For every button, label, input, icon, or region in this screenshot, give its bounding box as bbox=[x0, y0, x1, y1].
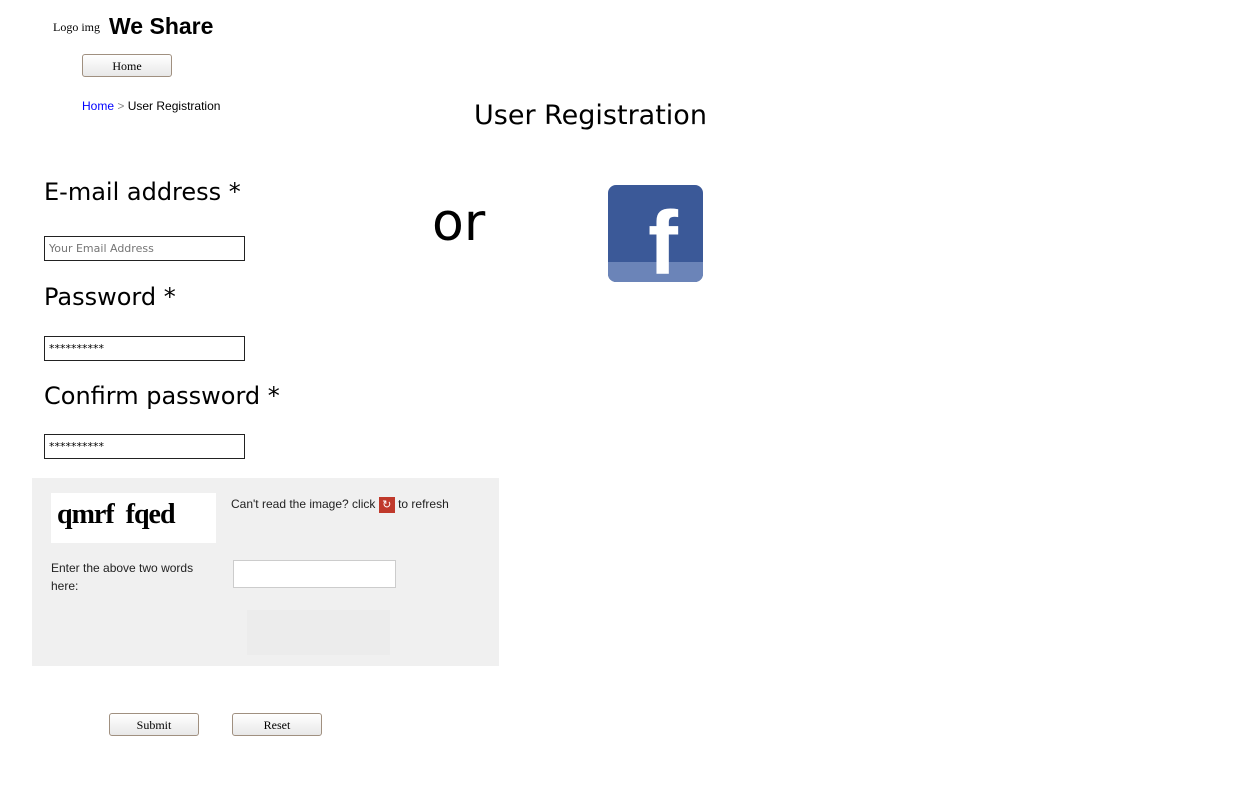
password-label: Password * bbox=[44, 283, 176, 311]
breadcrumb-home-link[interactable]: Home bbox=[82, 99, 114, 113]
breadcrumb-separator: > bbox=[117, 99, 125, 113]
reset-button[interactable]: Reset bbox=[232, 713, 322, 736]
confirm-password-input[interactable] bbox=[44, 434, 245, 459]
captcha-hint-suffix: to refresh bbox=[398, 497, 449, 511]
captcha-hint-prefix: Can't read the image? click bbox=[231, 497, 376, 511]
captcha-image: qmrf fqed bbox=[51, 493, 216, 543]
refresh-icon[interactable]: ↻ bbox=[378, 497, 395, 513]
captcha-hint: Can't read the image? click ↻ to refresh bbox=[231, 497, 449, 513]
breadcrumb: Home > User Registration bbox=[82, 99, 220, 113]
page-title: User Registration bbox=[474, 100, 707, 131]
password-input[interactable] bbox=[44, 336, 245, 361]
confirm-password-label: Confirm password * bbox=[44, 382, 280, 410]
facebook-login-button[interactable]: f bbox=[593, 170, 733, 300]
captcha-input[interactable] bbox=[233, 560, 396, 588]
or-separator: or bbox=[432, 193, 486, 253]
logo-image: Logo img bbox=[53, 20, 100, 34]
captcha-panel: qmrf fqed Can't read the image? click ↻ … bbox=[32, 478, 499, 666]
breadcrumb-current: User Registration bbox=[127, 99, 221, 113]
email-label: E-mail address * bbox=[44, 178, 241, 206]
email-input[interactable] bbox=[44, 236, 245, 261]
captcha-prompt: Enter the above two words here: bbox=[51, 561, 194, 593]
home-button[interactable]: Home bbox=[82, 54, 172, 77]
brand-title: We Share bbox=[109, 13, 214, 39]
captcha-placeholder bbox=[247, 610, 390, 655]
facebook-icon: f bbox=[608, 185, 703, 282]
submit-button[interactable]: Submit bbox=[109, 713, 199, 736]
